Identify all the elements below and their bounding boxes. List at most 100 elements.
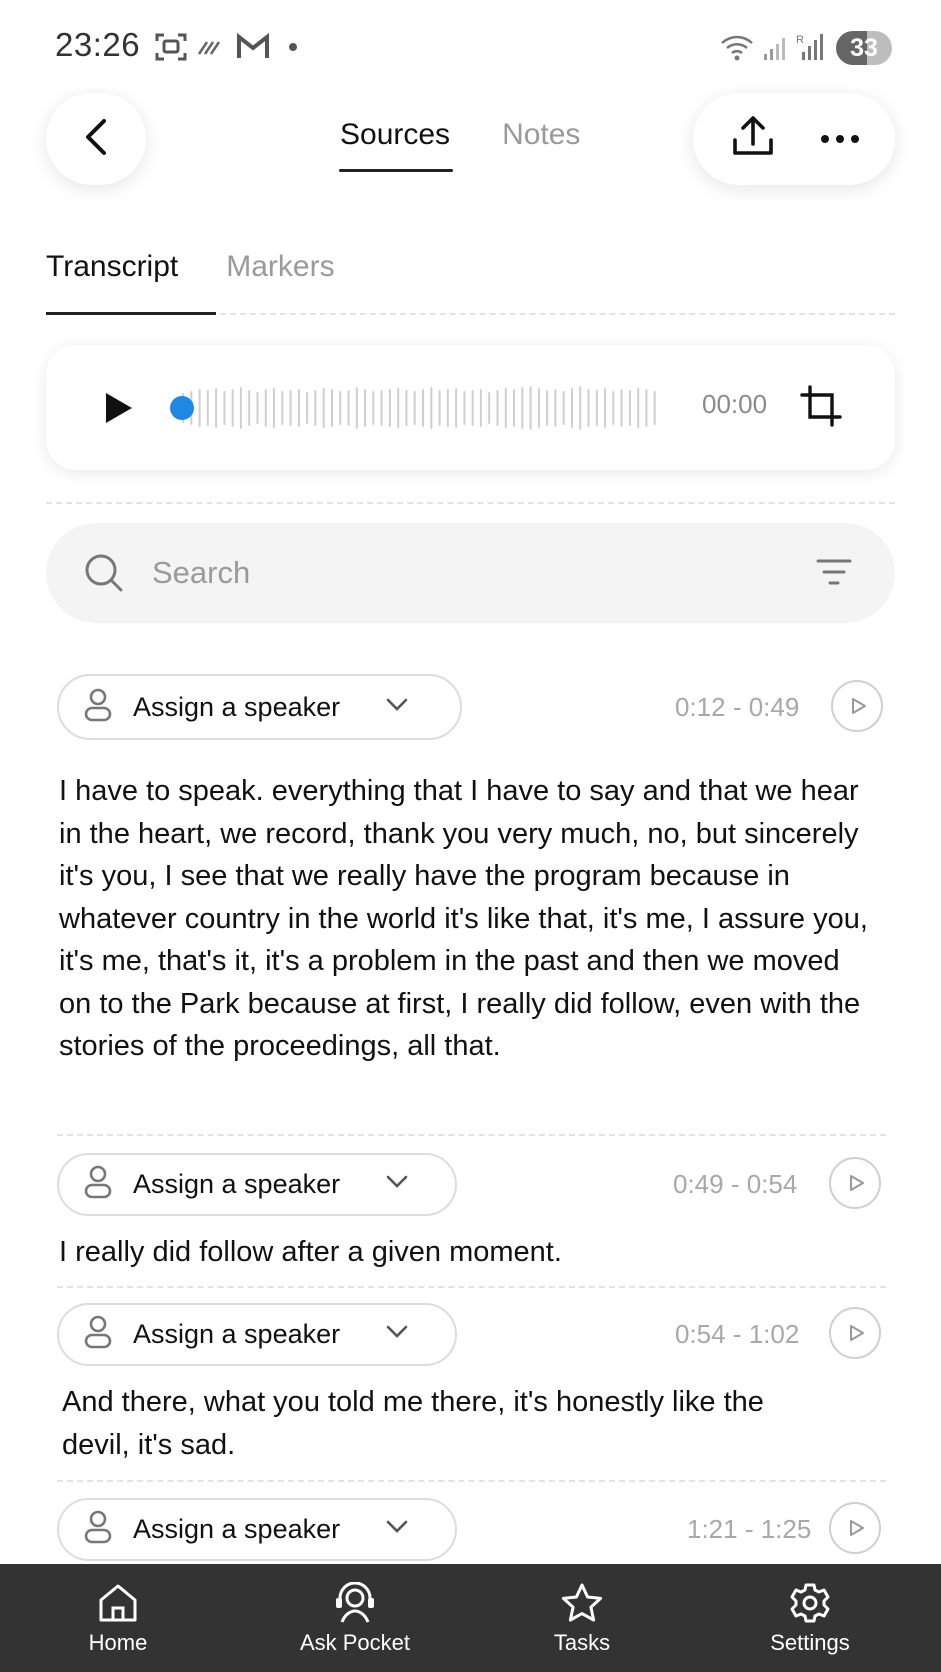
play-icon [850,1325,864,1341]
waveform-bar [513,389,515,427]
waveform-bar [637,388,640,428]
assign-speaker-button[interactable]: Assign a speaker [57,674,462,740]
playhead-handle[interactable] [170,396,194,420]
play-icon[interactable] [106,393,132,423]
segment-play-button[interactable] [829,1307,881,1359]
waveform-bar [521,387,524,429]
segment-time-range: 0:49 - 0:54 [673,1169,798,1199]
waveform-bar [471,390,474,426]
divider [57,1480,886,1482]
waveform-bar [645,389,648,427]
search-icon [84,553,124,598]
filter-icon[interactable] [816,557,852,592]
waveform-bar [273,388,275,428]
waveform-bar [264,389,267,427]
crop-icon[interactable] [800,385,842,432]
waveform-bar [248,390,251,426]
waveform-bar [604,388,607,428]
waveform-bar [223,391,226,425]
waveform-bar [413,391,416,425]
waveform-bar [546,390,549,426]
waveform-bar [496,390,499,426]
tab-notes[interactable]: Notes [502,118,580,172]
waveform-bar [628,390,631,426]
battery-indicator: 33 [836,31,892,65]
tab-markers[interactable]: Markers [226,250,334,284]
play-icon [852,698,866,714]
waveform-bar [380,390,383,426]
waveform-scrubber[interactable] [170,383,666,433]
search-input[interactable] [152,549,752,597]
signal-burst-icon [197,38,223,61]
waveform-bar [422,389,424,427]
star-icon [561,1583,603,1622]
segment-play-button[interactable] [829,1157,881,1209]
person-icon [83,1165,113,1204]
waveform-bar [314,390,317,426]
waveform-bar [372,391,375,425]
waveform-bar [587,389,590,427]
segment-play-button[interactable] [829,1502,881,1554]
tab-transcript[interactable]: Transcript [46,250,178,284]
cell-signal-roaming-icon: R [796,32,826,67]
assign-speaker-button[interactable]: Assign a speaker [57,1153,457,1216]
waveform-bar [620,389,623,427]
segment-text: I really did follow after a given moment… [59,1236,562,1268]
player-time: 00:00 [702,389,768,419]
nav-settings[interactable]: Settings [765,1564,855,1656]
more-icon[interactable] [820,135,859,143]
segment-play-button[interactable] [831,680,883,732]
assign-speaker-button[interactable]: Assign a speaker [57,1498,457,1561]
nav-home[interactable]: Home [78,1564,158,1656]
waveform-bar [488,392,491,424]
segment-text: I have to speak. everything that I have … [59,775,868,1062]
nav-ask-pocket[interactable]: Ask Pocket [290,1564,420,1656]
dot-icon [289,43,297,51]
back-button[interactable] [46,93,146,185]
waveform-bar [306,392,309,424]
active-tab-underline [46,312,216,315]
waveform-bar [455,388,458,428]
waveform-bar [653,391,656,425]
status-time: 23:26 [55,26,141,63]
divider [57,1286,886,1288]
back-arrow-icon [82,117,110,162]
waveform-bar [289,390,292,426]
chevron-down-icon [386,1520,408,1539]
audio-player: 00:00 [46,345,895,470]
speaker-label: Assign a speaker [133,691,341,722]
waveform-bar [579,386,582,430]
cell-signal-icon [762,36,788,67]
assistant-headset-icon [336,1582,374,1623]
share-button[interactable] [730,114,776,165]
waveform-bar [281,391,284,425]
nav-tasks[interactable]: Tasks [542,1564,622,1656]
waveform-bar [364,389,367,427]
person-icon [83,1510,113,1549]
nav-settings-label: Settings [770,1630,850,1655]
top-tab-bar: Sources Notes [338,118,580,172]
wifi-icon [720,34,754,67]
waveform-bar [430,387,433,429]
waveform-bar [537,388,540,428]
nav-home-label: Home [88,1630,148,1655]
waveform-bar [571,388,573,428]
play-icon [850,1175,864,1191]
nav-ask-pocket-label: Ask Pocket [299,1630,411,1655]
waveform-bar [405,390,408,426]
person-icon [83,688,113,727]
waveform-bar [529,386,532,430]
person-icon [83,1315,113,1354]
svg-text:R: R [796,34,804,46]
divider [46,502,895,504]
status-bar: 23:26 R 33 [0,0,941,92]
waveform-bar [562,391,565,425]
header-actions [693,93,895,185]
waveform-bar [347,390,350,426]
waveform-bar [479,389,482,427]
gear-icon [790,1583,830,1623]
assign-speaker-button[interactable]: Assign a speaker [57,1303,457,1366]
waveform-bar [397,388,400,428]
screenshot-icon [155,32,187,67]
tab-sources[interactable]: Sources [338,118,454,172]
